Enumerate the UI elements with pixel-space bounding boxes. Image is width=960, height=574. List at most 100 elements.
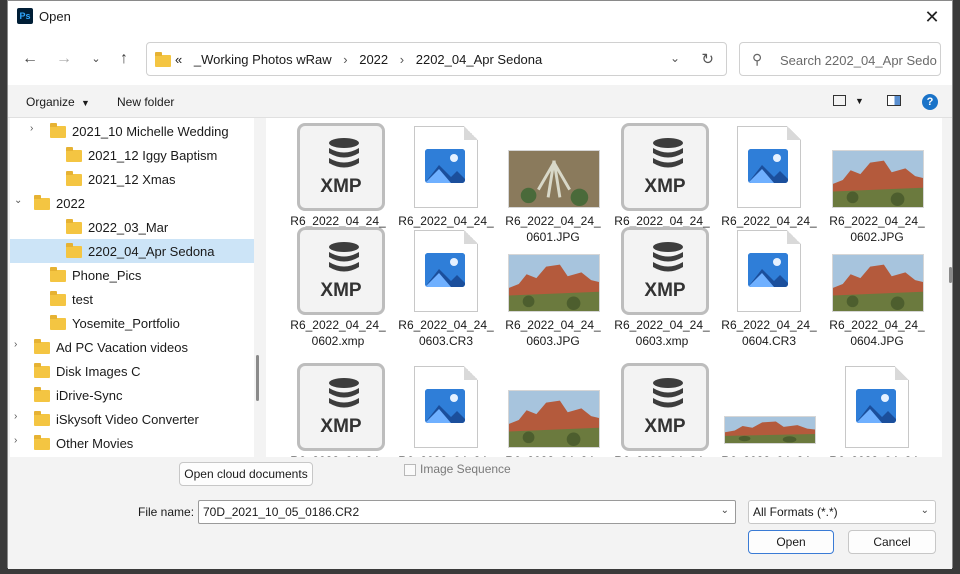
- xmp-file-icon: XMP: [297, 123, 385, 211]
- chevron-right-icon[interactable]: ›: [14, 435, 17, 446]
- breadcrumb-overflow[interactable]: «: [175, 52, 182, 67]
- file-tile[interactable]: R6_2022_04_24_ 0606.JPG: [719, 356, 819, 457]
- tree-item-label: Yosemite_Portfolio: [72, 316, 180, 331]
- open-button[interactable]: Open: [748, 530, 834, 554]
- file-tile[interactable]: R6_2022_04_24_ 0604.JPG: [827, 220, 927, 356]
- file-tile[interactable]: R6_2022_04_24_ 0605.CR3: [396, 356, 496, 457]
- chevron-right-icon[interactable]: ›: [30, 123, 33, 134]
- tree-item[interactable]: Phone_Pics: [10, 263, 254, 287]
- tree-item[interactable]: 2022_03_Mar: [10, 215, 254, 239]
- window-title: Open: [39, 9, 71, 24]
- address-bar[interactable]: « _Working Photos wRaw › 2022 › 2202_04_…: [146, 42, 727, 76]
- organize-label: Organize: [26, 95, 75, 109]
- chevron-right-icon[interactable]: ›: [14, 411, 17, 422]
- chevron-down-icon[interactable]: ⌄: [721, 505, 729, 516]
- file-name-value: 70D_2021_10_05_0186.CR2: [203, 505, 360, 519]
- breadcrumb-item[interactable]: 2022: [359, 52, 388, 67]
- view-dropdown-icon[interactable]: ▼: [855, 96, 864, 106]
- tree-item[interactable]: 2021_12 Xmas: [10, 167, 254, 191]
- tree-item[interactable]: › 2021_10 Michelle Wedding: [10, 119, 254, 143]
- address-dropdown-icon[interactable]: ⌄: [670, 51, 680, 65]
- file-name-label: File name:: [138, 505, 195, 519]
- chevron-right-icon[interactable]: ›: [14, 339, 17, 350]
- file-format-value: All Formats (*.*): [753, 505, 838, 519]
- dropdown-arrow-icon: ▼: [81, 98, 90, 108]
- file-grid[interactable]: XMPR6_2022_04_24_ 0600.xmpR6_2022_04_24_…: [266, 118, 942, 457]
- file-tile[interactable]: R6_2022_04_24_ 0604.CR3: [719, 220, 819, 356]
- file-name-caption: R6_2022_04_24_ 0602.xmp: [290, 318, 386, 348]
- file-name-caption: R6_2022_04_24_ 0604.JPG: [829, 318, 925, 348]
- tree-item[interactable]: Yosemite_Portfolio: [10, 311, 254, 335]
- file-tile[interactable]: XMPR6_2022_04_24_ 0605.xmp: [612, 356, 712, 457]
- tree-item[interactable]: iDrive-Sync: [10, 383, 254, 407]
- organize-button[interactable]: Organize ▼: [26, 95, 90, 109]
- folder-icon: [34, 435, 50, 450]
- xmp-label: XMP: [320, 280, 362, 301]
- cancel-button[interactable]: Cancel: [848, 530, 936, 554]
- tree-item[interactable]: test: [10, 287, 254, 311]
- tree-item-label: Disk Images C: [56, 364, 141, 379]
- file-format-select[interactable]: All Formats (*.*) ⌄: [748, 500, 936, 524]
- navigation-scrollbar[interactable]: [256, 355, 259, 401]
- file-tile[interactable]: XMPR6_2022_04_24_ 0604.xmp: [288, 356, 388, 457]
- file-name-caption: R6_2022_04_24_ 0603.JPG: [505, 318, 601, 348]
- help-icon[interactable]: ?: [922, 94, 938, 110]
- tree-item[interactable]: 2202_04_Apr Sedona: [10, 239, 254, 263]
- breadcrumb-separator-icon[interactable]: ›: [343, 52, 347, 67]
- navigation-bar: ← → ⌄ ↑ « _Working Photos wRaw › 2022 › …: [8, 33, 952, 85]
- file-tile[interactable]: R6_2022_04_24_ 0603.JPG: [503, 220, 603, 356]
- file-grid-scrollbar[interactable]: [949, 267, 952, 283]
- folder-icon: [34, 411, 50, 426]
- preview-pane-icon[interactable]: [887, 95, 901, 106]
- file-tile[interactable]: R6_2022_04_24_ 0605.JPG: [503, 356, 603, 457]
- xmp-file-icon: XMP: [621, 123, 709, 211]
- title-bar: Ps Open ✕: [8, 1, 952, 33]
- image-file-icon: [845, 366, 909, 448]
- xmp-file-icon: XMP: [621, 363, 709, 451]
- tree-item[interactable]: Disk Images C: [10, 359, 254, 383]
- up-arrow-icon[interactable]: ↑: [114, 49, 134, 69]
- folder-icon: [50, 315, 66, 330]
- file-tile[interactable]: XMP R6_2022_04_24_ 0603.xmp: [612, 220, 712, 356]
- view-options-icon[interactable]: [833, 95, 846, 106]
- breadcrumb-item[interactable]: 2202_04_Apr Sedona: [416, 52, 543, 67]
- tree-item[interactable]: ⌄ 2022: [10, 191, 254, 215]
- file-tile[interactable]: R6_2022_04_24_ 0606.CR3: [827, 356, 927, 457]
- photoshop-icon: Ps: [17, 8, 33, 24]
- folder-icon: [66, 243, 82, 258]
- tree-item-label: 2021_12 Xmas: [88, 172, 176, 187]
- file-tile[interactable]: R6_2022_04_24_ 0603.CR3: [396, 220, 496, 356]
- tree-item[interactable]: › Ad PC Vacation videos: [10, 335, 254, 359]
- xmp-file-icon: XMP: [297, 363, 385, 451]
- command-bar: Organize ▼ New folder ▼ ?: [8, 85, 952, 118]
- tree-item-label: test: [72, 292, 93, 307]
- folder-icon: [34, 363, 50, 378]
- folder-icon: [66, 147, 82, 162]
- search-input[interactable]: Search 2202_04_Apr Sedo...: [780, 53, 938, 68]
- tree-item[interactable]: › Other Movies: [10, 431, 254, 455]
- refresh-icon[interactable]: ↻: [701, 50, 714, 68]
- file-name-field[interactable]: 70D_2021_10_05_0186.CR2 ⌄: [198, 500, 736, 524]
- back-arrow-icon[interactable]: ←: [20, 49, 40, 69]
- chevron-down-icon[interactable]: ⌄: [14, 195, 22, 206]
- close-icon[interactable]: ✕: [920, 5, 944, 29]
- new-folder-button[interactable]: New folder: [117, 95, 174, 109]
- file-name-caption: R6_2022_04_24_ 0603.CR3: [398, 318, 494, 348]
- open-cloud-documents-button[interactable]: Open cloud documents: [179, 462, 313, 486]
- xmp-file-icon: XMP: [297, 227, 385, 315]
- folder-icon: [34, 339, 50, 354]
- search-box[interactable]: ⚲ Search 2202_04_Apr Sedo...: [739, 42, 941, 76]
- navigation-pane[interactable]: › 2021_10 Michelle Wedding 2021_12 Iggy Ba…: [10, 118, 254, 457]
- breadcrumb-item[interactable]: _Working Photos wRaw: [194, 52, 332, 67]
- tree-item[interactable]: › iSkysoft Video Converter: [10, 407, 254, 431]
- recent-locations-chevron-icon[interactable]: ⌄: [86, 49, 106, 69]
- breadcrumb-separator-icon[interactable]: ›: [400, 52, 404, 67]
- image-sequence-checkbox[interactable]: [404, 464, 416, 476]
- image-file-icon: [737, 126, 801, 208]
- open-dialog: Ps Open ✕ ← → ⌄ ↑ « _Working Photos wRaw…: [7, 0, 953, 569]
- folder-icon: [50, 267, 66, 282]
- forward-arrow-icon[interactable]: →: [54, 49, 74, 69]
- tree-item[interactable]: 2021_12 Iggy Baptism: [10, 143, 254, 167]
- footer: Open cloud documents Image Sequence File…: [8, 457, 952, 569]
- file-tile[interactable]: XMP R6_2022_04_24_ 0602.xmp: [288, 220, 388, 356]
